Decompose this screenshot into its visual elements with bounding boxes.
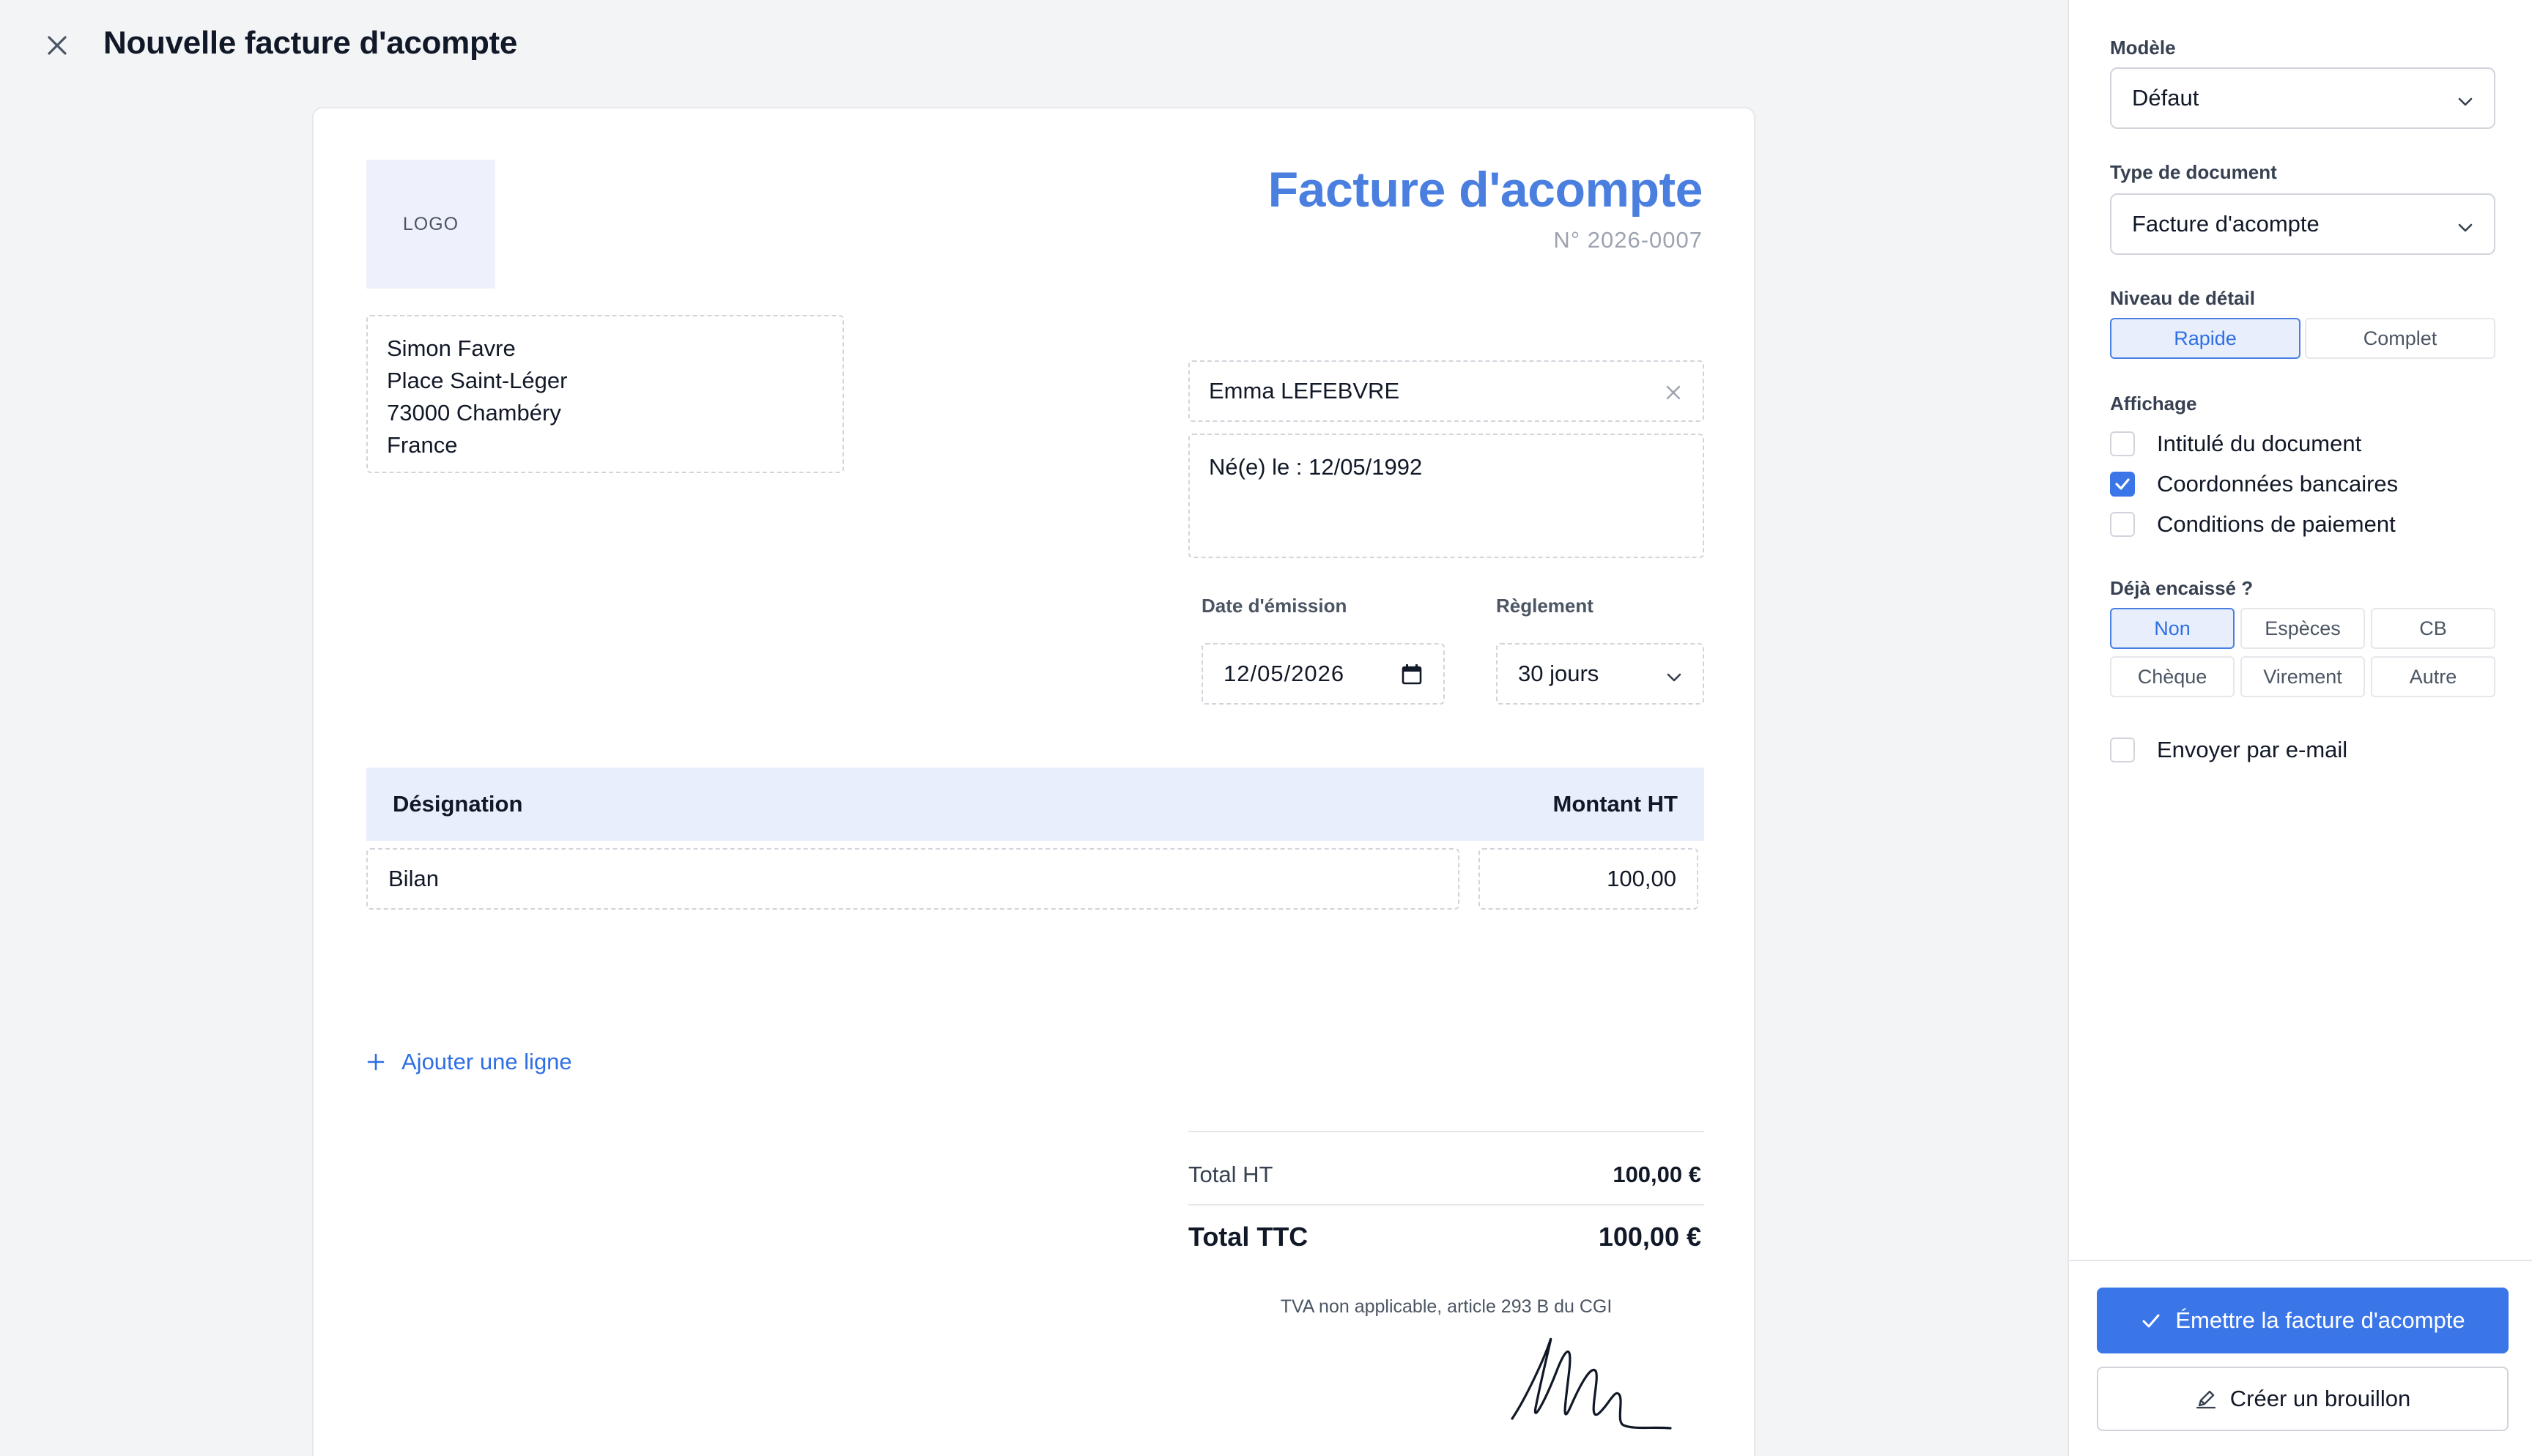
line-designation-input[interactable]: Bilan xyxy=(366,848,1459,910)
checkbox[interactable] xyxy=(2110,738,2135,762)
paid-option-cb[interactable]: CB xyxy=(2371,608,2495,649)
document-heading: Facture d'acompte xyxy=(1267,162,1703,218)
chevron-down-icon xyxy=(2456,91,2475,117)
client-name-value: Emma LEFEBVRE xyxy=(1209,378,1400,404)
invoice-workspace: Nouvelle facture d'acompte LOGO Facture … xyxy=(0,0,2068,1456)
display-label: Affichage xyxy=(2110,393,2197,415)
page-title: Nouvelle facture d'acompte xyxy=(103,25,518,61)
paid-option-autre[interactable]: Autre xyxy=(2371,656,2495,697)
line-amount-input[interactable]: 100,00 xyxy=(1478,848,1698,910)
paid-option-cheque[interactable]: Chèque xyxy=(2110,656,2235,697)
detail-option-complet[interactable]: Complet xyxy=(2305,318,2495,359)
checkbox-checked[interactable] xyxy=(2110,472,2135,497)
detail-option-rapide[interactable]: Rapide xyxy=(2110,318,2300,359)
display-option-payment-terms[interactable]: Conditions de paiement xyxy=(2110,511,2396,538)
paid-option-virement[interactable]: Virement xyxy=(2240,656,2365,697)
total-ttc-value: 100,00 € xyxy=(1598,1222,1701,1252)
sender-line: Place Saint-Léger xyxy=(387,368,568,393)
invoice-document: LOGO Facture d'acompte N° 2026-0007 Simo… xyxy=(312,107,1755,1456)
line-amount-value: 100,00 xyxy=(1607,866,1676,891)
payment-terms-value: 30 jours xyxy=(1518,661,1599,686)
detail-level-label: Niveau de détail xyxy=(2110,287,2255,309)
payment-terms-select[interactable]: 30 jours xyxy=(1496,643,1704,705)
add-line-button[interactable]: Ajouter une ligne xyxy=(366,1049,572,1075)
create-draft-label: Créer un brouillon xyxy=(2229,1386,2411,1411)
checkbox[interactable] xyxy=(2110,431,2135,456)
model-label: Modèle xyxy=(2110,37,2176,59)
checkmark-icon xyxy=(2115,478,2130,490)
logo-label: LOGO xyxy=(402,213,459,234)
app: Nouvelle facture d'acompte LOGO Facture … xyxy=(0,0,2532,1456)
add-line-label: Ajouter une ligne xyxy=(401,1049,572,1074)
items-table-header: Désignation Montant HT xyxy=(366,768,1704,841)
issue-invoice-label: Émettre la facture d'acompte xyxy=(2175,1307,2465,1333)
payment-terms-label: Règlement xyxy=(1496,595,1593,617)
column-header-designation: Désignation xyxy=(393,791,523,817)
line-designation-value: Bilan xyxy=(388,866,439,891)
paid-label: Déjà encaissé ? xyxy=(2110,577,2254,599)
signature-image[interactable] xyxy=(1505,1327,1673,1448)
signature-icon xyxy=(1511,1337,1672,1430)
totals-divider xyxy=(1188,1131,1704,1132)
sender-line: Simon Favre xyxy=(387,335,516,361)
clear-icon xyxy=(1666,385,1681,400)
display-option-label: Intitulé du document xyxy=(2157,431,2362,456)
display-option-label: Coordonnées bancaires xyxy=(2157,471,2399,497)
sender-line: 73000 Chambéry xyxy=(387,400,561,426)
settings-panel: Modèle Défaut Type de document Facture d… xyxy=(2068,0,2532,1456)
checkbox[interactable] xyxy=(2110,512,2135,537)
display-option-title[interactable]: Intitulé du document xyxy=(2110,431,2361,457)
client-notes-field[interactable]: Né(e) le : 12/05/1992 xyxy=(1188,434,1704,558)
total-ht-value: 100,00 € xyxy=(1613,1162,1701,1187)
paid-option-especes[interactable]: Espèces xyxy=(2240,608,2365,649)
sender-address-field[interactable]: Simon Favre Place Saint-Léger 73000 Cham… xyxy=(366,315,844,473)
column-header-amount: Montant HT xyxy=(1552,791,1678,817)
client-name-field[interactable]: Emma LEFEBVRE xyxy=(1188,360,1704,422)
doc-type-label: Type de document xyxy=(2110,161,2277,183)
model-value: Défaut xyxy=(2132,85,2199,111)
create-draft-button[interactable]: Créer un brouillon xyxy=(2097,1367,2509,1431)
total-ht-label: Total HT xyxy=(1188,1162,1273,1187)
chevron-down-icon xyxy=(2456,217,2475,243)
issue-date-input[interactable]: 12/05/2026 xyxy=(1202,643,1445,705)
logo-placeholder[interactable]: LOGO xyxy=(366,160,495,289)
display-option-bank[interactable]: Coordonnées bancaires xyxy=(2110,471,2398,497)
model-select[interactable]: Défaut xyxy=(2110,67,2495,129)
plus-icon xyxy=(367,1053,385,1071)
issue-date-label: Date d'émission xyxy=(1202,595,1347,617)
calendar-icon[interactable] xyxy=(1401,664,1423,691)
document-number: N° 2026-0007 xyxy=(1553,227,1703,253)
close-icon xyxy=(48,36,67,55)
paid-option-non[interactable]: Non xyxy=(2110,608,2235,649)
issue-date-value: 12/05/2026 xyxy=(1224,661,1345,686)
chevron-down-icon xyxy=(1665,666,1684,693)
send-email-label: Envoyer par e-mail xyxy=(2157,737,2348,762)
doc-type-select[interactable]: Facture d'acompte xyxy=(2110,193,2495,255)
totals-divider xyxy=(1188,1204,1704,1206)
vat-note: TVA non applicable, article 293 B du CGI xyxy=(1280,1296,1613,1317)
issue-invoice-button[interactable]: Émettre la facture d'acompte xyxy=(2097,1288,2509,1353)
clear-client-button[interactable] xyxy=(1660,379,1687,406)
pencil-icon xyxy=(2196,1390,2216,1409)
sender-line: France xyxy=(387,432,458,458)
send-email-option[interactable]: Envoyer par e-mail xyxy=(2110,737,2347,763)
close-button[interactable] xyxy=(41,29,73,62)
panel-footer-divider xyxy=(2069,1260,2532,1261)
doc-type-value: Facture d'acompte xyxy=(2132,211,2320,237)
display-option-label: Conditions de paiement xyxy=(2157,511,2396,537)
total-ttc-label: Total TTC xyxy=(1188,1222,1308,1252)
check-icon xyxy=(2142,1314,2160,1328)
